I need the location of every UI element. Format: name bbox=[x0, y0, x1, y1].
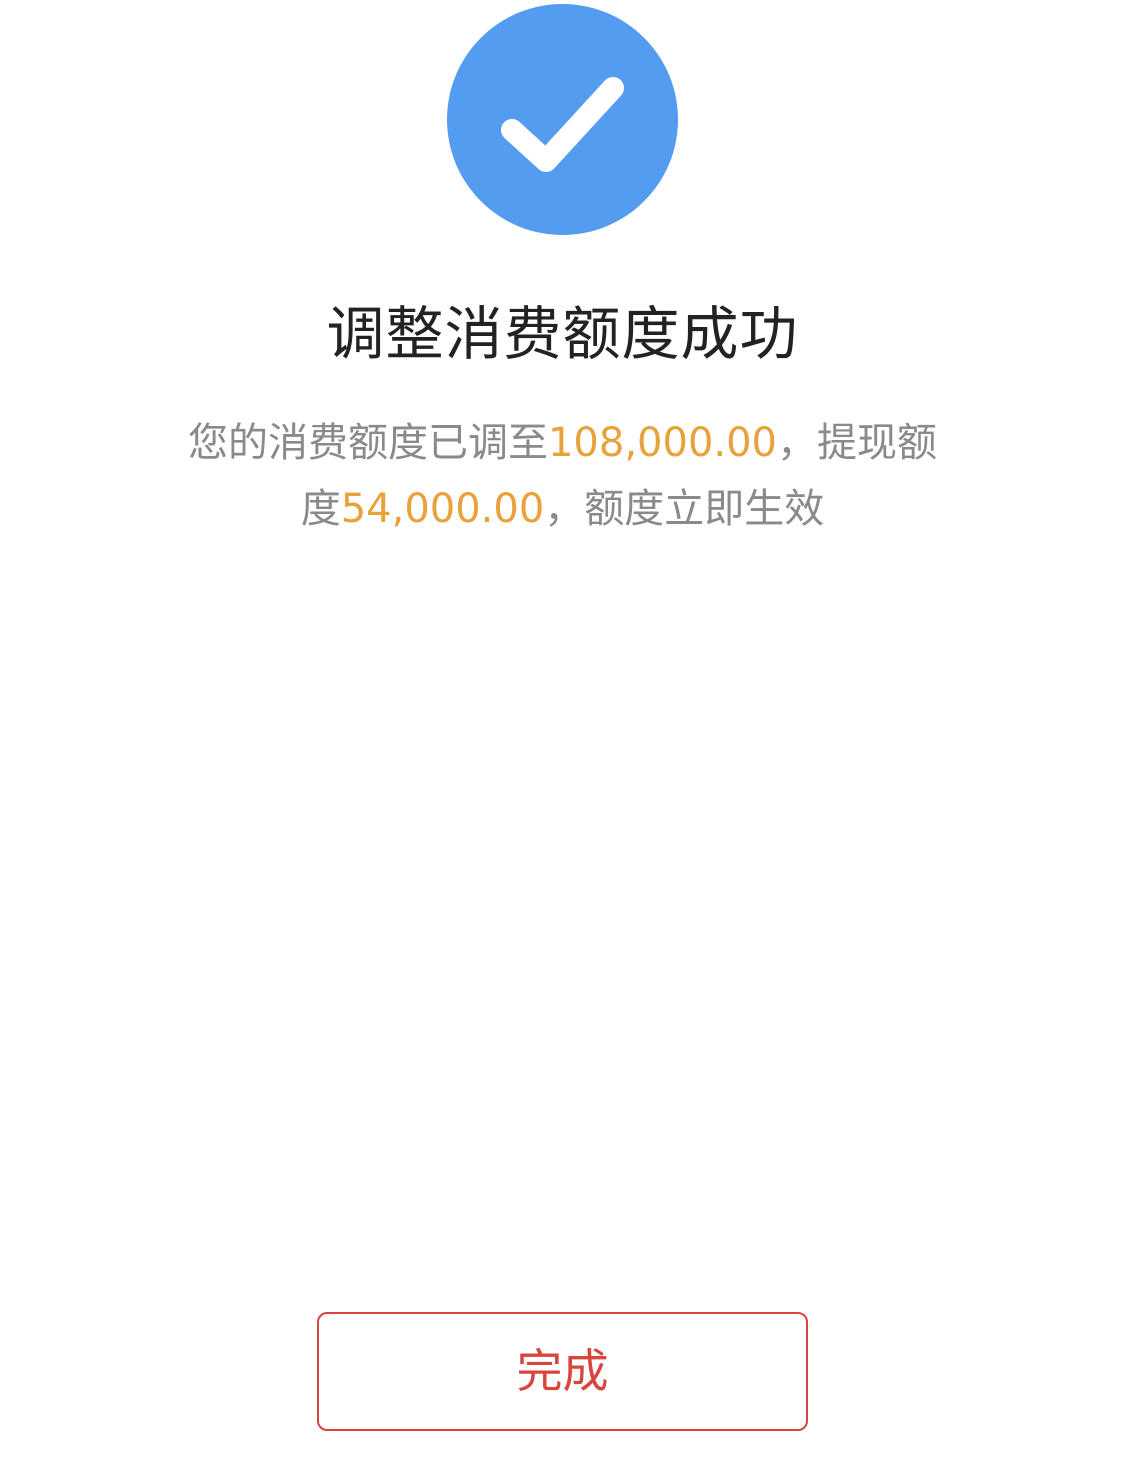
result-message: 您的消费额度已调至108,000.00，提现额度54,000.00，额度立即生效 bbox=[170, 410, 955, 542]
consumption-limit-amount: 108,000.00 bbox=[547, 420, 778, 466]
message-text: 您的消费额度已调至 bbox=[187, 420, 548, 466]
message-text: ，额度立即生效 bbox=[544, 486, 825, 532]
checkmark-icon bbox=[501, 77, 624, 172]
page-title: 调整消费额度成功 bbox=[326, 300, 799, 368]
done-button[interactable]: 完成 bbox=[317, 1312, 808, 1431]
withdrawal-limit-amount: 54,000.00 bbox=[340, 486, 545, 532]
success-badge bbox=[447, 4, 678, 235]
